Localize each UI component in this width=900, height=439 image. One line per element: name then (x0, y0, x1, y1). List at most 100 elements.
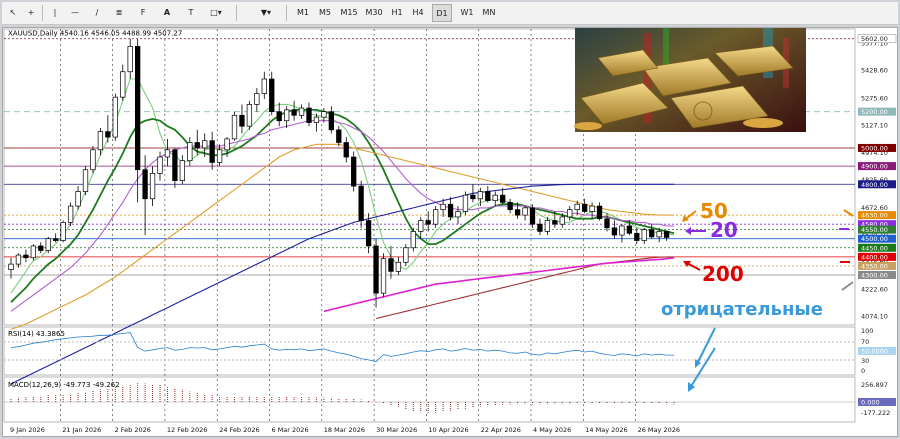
rsi-tick: 70 (861, 338, 869, 346)
macd-tick: 256.897 (861, 381, 888, 389)
trendline-icon[interactable]: ∕ (90, 4, 104, 22)
price-tick: 5127.10 (861, 121, 888, 129)
candle-body (537, 223, 543, 232)
macd-tick: 0.000 (861, 399, 880, 407)
time-label: 4 May 2026 (533, 426, 571, 434)
timeframe-h1[interactable]: H1 (387, 4, 407, 22)
candle-body (23, 254, 29, 259)
candle-body (567, 209, 573, 218)
price-label: 5602.00 (861, 35, 888, 43)
horizontal-line-icon[interactable]: — (68, 4, 82, 22)
toolbar-separator (236, 5, 237, 21)
candle-body (634, 232, 640, 241)
candle-body (514, 209, 521, 216)
candle-body (172, 149, 178, 181)
candle-body (328, 111, 334, 131)
rsi-tick: 0 (861, 367, 865, 375)
candle-body (82, 169, 89, 192)
candle-body (90, 149, 96, 171)
candle-body (75, 191, 81, 207)
candle-body (306, 107, 312, 123)
candle-body (410, 231, 416, 249)
candle-body (254, 93, 260, 105)
time-axis: 9 Jan 2026 21 Jan 2026 2 Feb 2026 12 Feb 20… (10, 426, 680, 434)
candle-body (589, 205, 595, 212)
timeframe-mn[interactable]: MN (478, 4, 500, 22)
candle-body (216, 149, 223, 163)
candle-body (135, 45, 141, 171)
crosshair-icon[interactable]: + (24, 4, 38, 22)
candle-body (336, 129, 342, 143)
candle-body (67, 205, 74, 223)
rsi-axis: 100 70 50.0000 30 0 (858, 327, 896, 375)
candle-body (380, 258, 387, 294)
candle-body (388, 258, 394, 272)
price-label: 4450.00 (861, 244, 888, 252)
candle-body (179, 160, 186, 181)
candle-body (313, 116, 320, 123)
candle-body (619, 225, 625, 236)
candle-body (365, 220, 372, 247)
cursor-icon[interactable]: ↖ (6, 4, 20, 22)
candle-body (105, 131, 111, 138)
timeframe-h4[interactable]: H4 (408, 4, 428, 22)
candle-body (447, 203, 454, 218)
candle-body (127, 45, 133, 73)
candle-body (626, 225, 632, 234)
candle-body (485, 191, 491, 201)
candle-body (470, 194, 476, 200)
candle-body (604, 218, 610, 229)
rsi-label: RSI(14) 43.3865 (8, 330, 65, 338)
shapes-icon[interactable]: □▾ (206, 4, 226, 22)
time-label: 14 May 2026 (585, 426, 627, 434)
price-label: 4800.00 (861, 181, 888, 189)
price-label: 5000.00 (861, 144, 888, 152)
rsi-current: 50.0000 (861, 348, 888, 356)
candle-body (343, 142, 349, 158)
candle-body (224, 138, 230, 151)
timeframes-icon[interactable]: ▼▾ (256, 4, 276, 22)
candle-body (164, 149, 171, 158)
candle-body (574, 203, 580, 211)
price-label: 4550.00 (861, 226, 888, 234)
timeframe-m30[interactable]: M30 (362, 4, 386, 22)
timeframe-d1[interactable]: D1 (432, 4, 452, 22)
timeframe-m5[interactable]: M5 (314, 4, 336, 22)
time-label: 24 Feb 2026 (219, 426, 259, 434)
time-label: 22 Apr 2026 (481, 426, 521, 434)
timeframe-w1[interactable]: W1 (456, 4, 478, 22)
timeframe-m15[interactable]: M15 (337, 4, 361, 22)
candle-body (149, 173, 156, 200)
label-icon[interactable]: T (184, 4, 198, 22)
channel-icon[interactable]: ≣ (112, 4, 126, 22)
symbol-info: XAUUSD,Daily 4540.16 4546.05 4488.99 450… (8, 30, 182, 38)
candle-body (157, 156, 163, 174)
candle-body (559, 216, 565, 225)
candle-body (358, 185, 364, 221)
vertical-line-icon[interactable]: | (48, 4, 62, 22)
ma20-label: 20 (710, 218, 738, 242)
timeframe-m1[interactable]: M1 (292, 4, 314, 22)
candle-body (403, 247, 409, 263)
price-tick: 5275.60 (861, 94, 888, 102)
price-chart[interactable]: XAUUSD,Daily 4540.16 4546.05 4488.99 450… (3, 28, 897, 436)
candle-body (641, 229, 647, 241)
chart-window[interactable]: XAUUSD,Daily 4540.16 4546.05 4488.99 450… (2, 27, 898, 437)
fibonacci-icon[interactable]: F (136, 4, 150, 22)
time-label: 30 Mar 2026 (376, 426, 417, 434)
candle-body (187, 142, 193, 162)
price-label: 4500.00 (861, 235, 888, 243)
candle-body (581, 203, 588, 212)
candle-body (112, 96, 118, 138)
chart-toolbar: ↖ + | — ∕ ≣ F A T □▾ ▼▾ M1 M5 M15 M30 H1… (2, 2, 898, 25)
candle-body (649, 229, 655, 238)
candle-body (529, 207, 536, 225)
toolbar-separator (286, 5, 287, 21)
price-label: 4350.00 (861, 262, 888, 270)
text-icon[interactable]: A (160, 4, 174, 22)
candle-body (284, 109, 290, 122)
candle-body (492, 194, 498, 201)
macd-plot-area (3, 376, 856, 423)
ma200-label: 200 (702, 262, 744, 286)
candle-body (15, 254, 22, 265)
